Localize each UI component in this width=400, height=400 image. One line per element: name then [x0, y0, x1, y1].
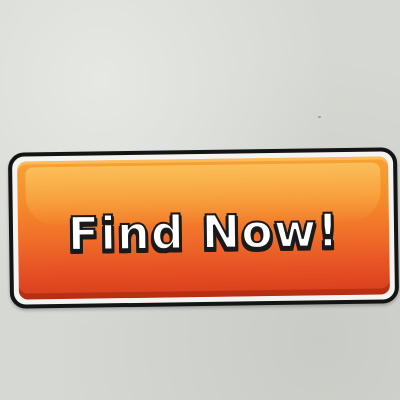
- find-now-button-label: Find Now!: [66, 202, 340, 262]
- screen-background: Find Now!: [0, 0, 400, 400]
- find-now-button[interactable]: Find Now!: [7, 147, 400, 309]
- find-now-button-face: Find Now!: [17, 156, 390, 300]
- dust-speck: [318, 116, 321, 118]
